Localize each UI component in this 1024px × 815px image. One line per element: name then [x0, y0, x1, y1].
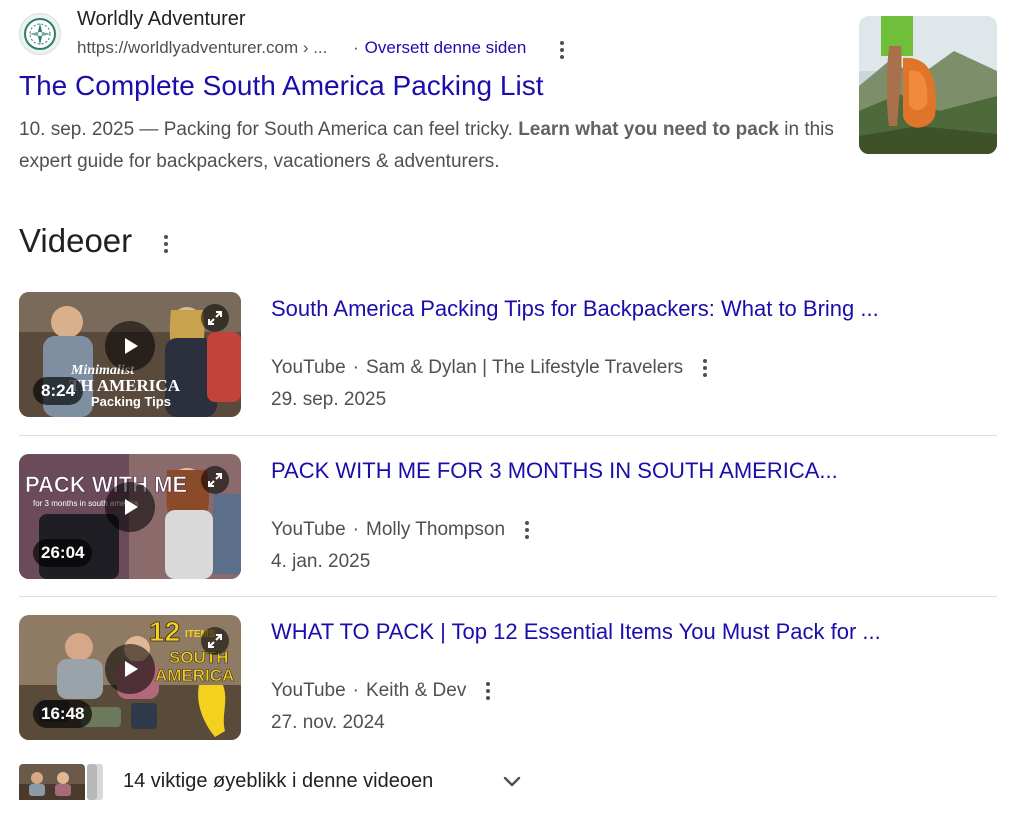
- snippet-dash: —: [134, 119, 164, 140]
- video-channel: Keith & Dev: [366, 680, 467, 701]
- translate-label[interactable]: Oversett denne siden: [365, 38, 527, 57]
- expand-icon[interactable]: [201, 304, 229, 332]
- play-icon[interactable]: [105, 482, 155, 532]
- video-meta: YouTube · Sam & Dylan | The Lifestyle Tr…: [271, 356, 713, 380]
- more-vert-icon[interactable]: [697, 356, 713, 380]
- chevron-down-icon[interactable]: [501, 770, 523, 797]
- more-vert-icon[interactable]: [554, 38, 570, 62]
- meta-separator: ·: [352, 357, 359, 378]
- video-meta: YouTube · Molly Thompson: [271, 518, 535, 542]
- key-moments-thumbnails: [19, 764, 103, 800]
- snippet-text: Packing for South America can feel trick…: [163, 119, 519, 140]
- video-channel: Molly Thompson: [366, 519, 506, 540]
- videos-heading: Videoer: [19, 222, 132, 260]
- more-vert-icon[interactable]: [519, 518, 535, 542]
- more-vert-icon[interactable]: [158, 232, 174, 256]
- video-duration: 26:04: [33, 539, 93, 567]
- more-vert-icon[interactable]: [480, 679, 496, 703]
- key-moments-toggle[interactable]: 14 viktige øyeblikk i denne videoen: [19, 760, 619, 804]
- video-thumbnail[interactable]: 12 ITEMS SOUTH AMERICA 16:48: [19, 615, 241, 740]
- site-url[interactable]: https://worldlyadventurer.com › ...: [77, 38, 327, 58]
- expand-icon[interactable]: [201, 466, 229, 494]
- snippet-bold: Learn what you need to pack: [518, 119, 779, 140]
- video-title-link[interactable]: WHAT TO PACK | Top 12 Essential Items Yo…: [271, 619, 881, 645]
- video-thumbnail[interactable]: Minimalist TH AMERICA Packing Tips 8:24: [19, 292, 241, 417]
- play-icon[interactable]: [105, 321, 155, 371]
- videos-heading-label: Videoer: [19, 222, 133, 259]
- translate-separator: ·: [353, 38, 359, 57]
- result-title-link[interactable]: The Complete South America Packing List: [19, 70, 543, 102]
- video-channel: Sam & Dylan | The Lifestyle Travelers: [366, 357, 684, 378]
- thumb-caption: AMERICA: [155, 666, 234, 685]
- thumb-caption: 12: [149, 616, 180, 647]
- video-item: Minimalist TH AMERICA Packing Tips 8:24 …: [19, 292, 997, 436]
- web-result: Worldly Adventurer https://worldlyadvent…: [19, 0, 999, 190]
- site-name[interactable]: Worldly Adventurer: [77, 8, 246, 31]
- video-title-link[interactable]: South America Packing Tips for Backpacke…: [271, 296, 879, 322]
- result-thumbnail[interactable]: [859, 16, 997, 154]
- thumb-caption: PACK WITH ME: [25, 472, 187, 497]
- expand-icon[interactable]: [201, 627, 229, 655]
- snippet-date: 10. sep. 2025: [19, 119, 135, 140]
- video-meta: YouTube · Keith & Dev: [271, 679, 496, 703]
- video-source: YouTube: [271, 519, 346, 540]
- video-duration: 16:48: [33, 700, 93, 728]
- video-source: YouTube: [271, 680, 346, 701]
- video-item: 12 ITEMS SOUTH AMERICA 16:48 WHAT TO PAC…: [19, 615, 997, 745]
- site-row: Worldly Adventurer https://worldlyadvent…: [19, 8, 839, 59]
- video-date: 27. nov. 2024: [271, 712, 385, 733]
- video-source: YouTube: [271, 357, 346, 378]
- video-date: 29. sep. 2025: [271, 389, 387, 410]
- thumb-caption: Packing Tips: [91, 394, 171, 409]
- video-duration: 8:24: [33, 377, 84, 405]
- key-moments-label: 14 viktige øyeblikk i denne videoen: [123, 770, 434, 792]
- video-item: PACK WITH ME for 3 months in south ameri…: [19, 454, 997, 597]
- video-thumbnail[interactable]: PACK WITH ME for 3 months in south ameri…: [19, 454, 241, 579]
- compass-logo-icon[interactable]: [19, 13, 61, 55]
- video-title-link[interactable]: PACK WITH ME FOR 3 MONTHS IN SOUTH AMERI…: [271, 458, 838, 484]
- translate-link[interactable]: · Oversett denne siden: [353, 38, 526, 58]
- result-snippet: 10. sep. 2025 — Packing for South Americ…: [19, 114, 839, 178]
- video-date: 4. jan. 2025: [271, 551, 371, 572]
- meta-separator: ·: [352, 680, 359, 701]
- play-icon[interactable]: [105, 644, 155, 694]
- meta-separator: ·: [352, 519, 359, 540]
- thumb-caption: TH AMERICA: [69, 376, 181, 395]
